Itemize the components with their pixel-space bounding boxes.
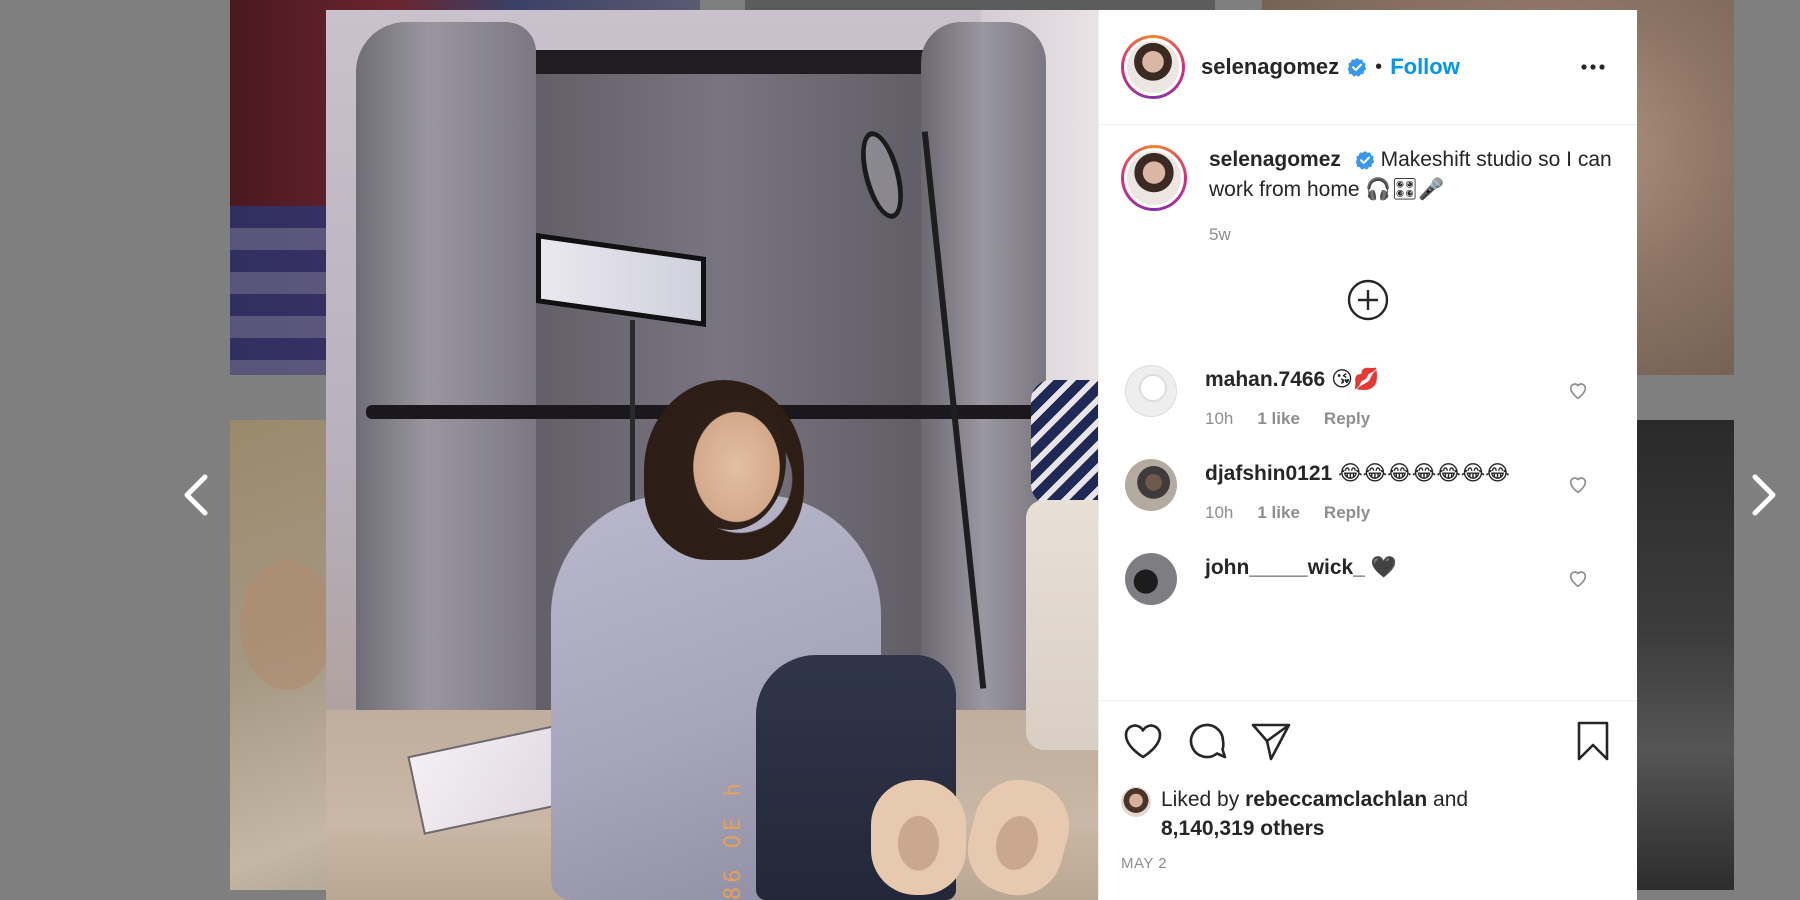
comment-time: 10h xyxy=(1205,409,1234,428)
background-post-thumbnail xyxy=(745,0,1215,10)
share-button[interactable] xyxy=(1249,719,1293,763)
like-comment-button[interactable] xyxy=(1567,567,1589,589)
post-modal: 86 OE h selenagomez • Follow selenagomez… xyxy=(326,10,1637,900)
post-sidebar: selenagomez • Follow selenagomez Makeshi… xyxy=(1098,10,1637,900)
comment-time: 10h xyxy=(1205,503,1234,522)
load-more-comments-button[interactable] xyxy=(1347,279,1389,321)
post-header: selenagomez • Follow xyxy=(1099,10,1637,125)
liker-username[interactable]: rebeccamclachlan xyxy=(1245,788,1427,811)
liked-by-prefix: Liked by xyxy=(1161,788,1240,811)
comment-likes[interactable]: 1 like xyxy=(1257,503,1300,523)
heart-outline-icon xyxy=(1569,383,1587,400)
comment-text: 🖤 xyxy=(1370,556,1397,579)
liker-avatar[interactable] xyxy=(1121,787,1151,817)
liked-by-joiner: and xyxy=(1433,788,1469,811)
bookmark-icon xyxy=(1577,721,1609,761)
chevron-left-icon xyxy=(184,474,208,516)
comment-text: 😘💋 xyxy=(1331,368,1380,391)
more-options-button[interactable] xyxy=(1575,55,1611,79)
comment-username[interactable]: john_____wick_ xyxy=(1205,556,1365,579)
commenter-avatar[interactable] xyxy=(1125,459,1177,511)
comment-username[interactable]: djafshin0121 xyxy=(1205,462,1332,485)
post-date[interactable]: MAY 2 xyxy=(1121,855,1615,872)
comment-item: mahan.7466 😘💋 10h 1 like Reply xyxy=(1121,365,1615,429)
caption-avatar[interactable] xyxy=(1121,145,1187,211)
reply-button[interactable]: Reply xyxy=(1324,503,1370,523)
chevron-right-icon xyxy=(1752,474,1776,516)
follow-button[interactable]: Follow xyxy=(1390,54,1460,80)
author-avatar[interactable] xyxy=(1121,35,1185,99)
heart-outline-icon xyxy=(1569,477,1587,494)
comment-bubble-icon xyxy=(1189,723,1227,759)
comment-username[interactable]: mahan.7466 xyxy=(1205,368,1325,391)
comment-button[interactable] xyxy=(1185,719,1229,763)
heart-outline-icon xyxy=(1124,724,1162,759)
heart-outline-icon xyxy=(1569,571,1587,588)
post-photo[interactable]: 86 OE h xyxy=(326,10,1098,900)
comment-likes[interactable]: 1 like xyxy=(1257,409,1300,429)
post-caption: selenagomez Makeshift studio so I can wo… xyxy=(1121,145,1615,245)
separator-dot: • xyxy=(1375,55,1383,78)
more-horizontal-icon xyxy=(1581,64,1605,70)
comments-section[interactable]: selenagomez Makeshift studio so I can wo… xyxy=(1099,125,1637,700)
like-comment-button[interactable] xyxy=(1567,473,1589,495)
previous-post-button[interactable] xyxy=(176,470,216,520)
comment-text: 😂😂😂😂😂😂😂 xyxy=(1338,462,1510,485)
like-button[interactable] xyxy=(1121,719,1165,763)
photo-date-stamp: 86 OE h xyxy=(721,779,746,900)
commenter-avatar[interactable] xyxy=(1125,365,1177,417)
reply-button[interactable]: Reply xyxy=(1324,409,1370,429)
action-bar xyxy=(1121,717,1615,765)
comment-item: john_____wick_ 🖤 xyxy=(1121,553,1615,605)
next-post-button[interactable] xyxy=(1744,470,1784,520)
commenter-avatar[interactable] xyxy=(1125,553,1177,605)
post-actions-section: Liked by rebeccamclachlan and 8,140,319 … xyxy=(1099,700,1637,900)
verified-badge-icon xyxy=(1355,150,1375,171)
send-paper-plane-icon xyxy=(1251,723,1291,761)
caption-age: 5w xyxy=(1209,225,1231,244)
like-comment-button[interactable] xyxy=(1567,379,1589,401)
comment-item: djafshin0121 😂😂😂😂😂😂😂 10h 1 like Reply xyxy=(1121,459,1615,523)
likes-count[interactable]: 8,140,319 others xyxy=(1161,817,1324,840)
save-button[interactable] xyxy=(1571,719,1615,763)
likes-summary: Liked by rebeccamclachlan and 8,140,319 … xyxy=(1121,785,1615,843)
verified-badge-icon xyxy=(1347,57,1367,77)
plus-circle-icon xyxy=(1347,279,1389,321)
caption-username[interactable]: selenagomez xyxy=(1209,148,1341,171)
author-username[interactable]: selenagomez xyxy=(1201,54,1339,80)
